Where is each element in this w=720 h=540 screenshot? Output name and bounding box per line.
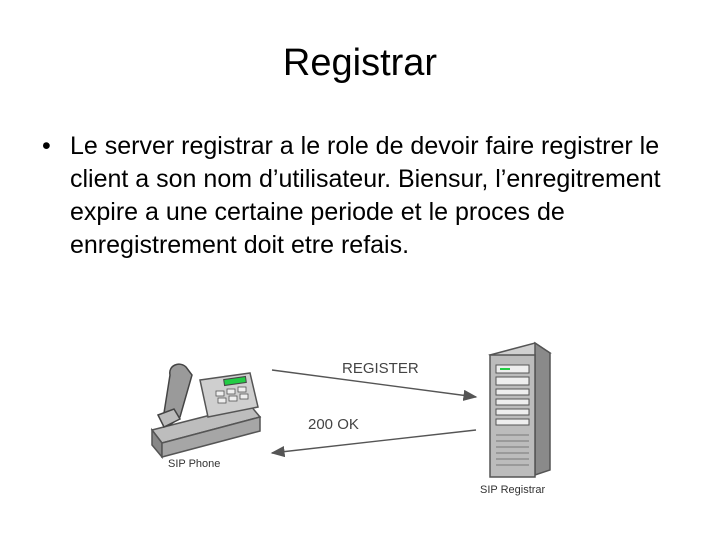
ok-label: 200 OK	[308, 416, 359, 433]
sip-registrar-server-icon	[488, 341, 552, 478]
slide-title: Registrar	[282, 42, 438, 84]
bullet-text: Le server registrar a le role de devoir …	[70, 132, 661, 259]
sip-registrar-label: SIP Registrar	[480, 484, 546, 496]
bullet-symbol: •	[42, 132, 51, 160]
slide: Registrar • Le server registrar a le rol…	[0, 0, 720, 540]
sip-phone-label: SIP Phone	[168, 458, 220, 470]
sip-register-diagram: SIP Phone REGISTER 200 OK SIP Registrar	[150, 341, 552, 496]
sip-phone-icon	[150, 363, 262, 460]
register-label: REGISTER	[342, 360, 419, 377]
ok-arrow	[270, 429, 477, 458]
